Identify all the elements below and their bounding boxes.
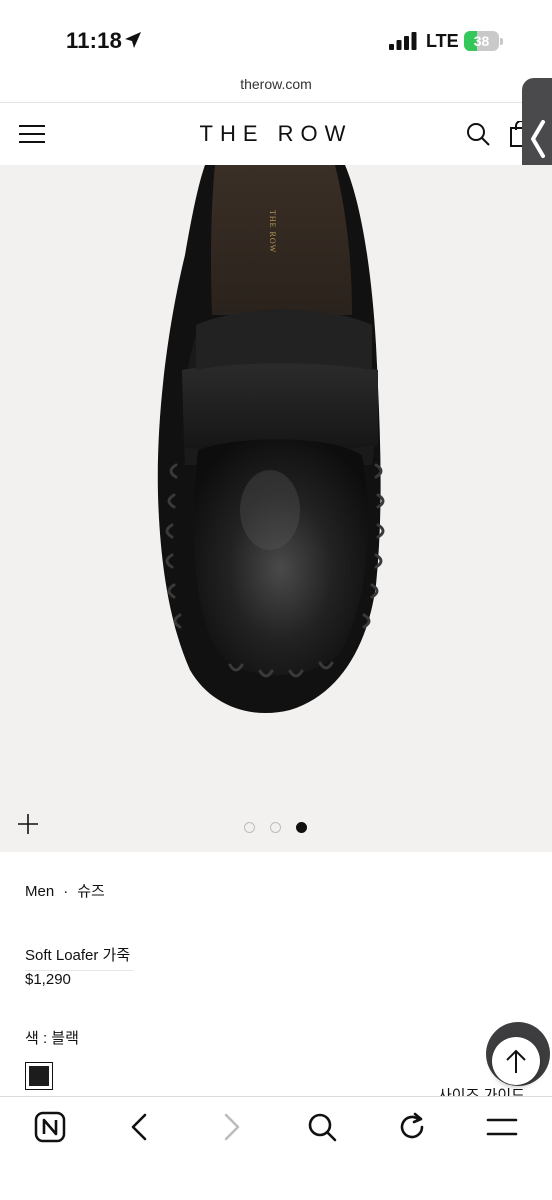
pagination-dot[interactable] (244, 822, 255, 833)
color-swatch-black[interactable] (25, 1062, 53, 1090)
location-arrow-icon (125, 32, 141, 48)
product-name: Soft Loafer 가죽 (25, 947, 131, 964)
site-header: THE ROW (0, 103, 552, 165)
gallery-pagination (244, 822, 314, 834)
scroll-to-top-button[interactable] (492, 1037, 540, 1085)
address-bar[interactable]: therow.com (0, 76, 552, 102)
product-gallery[interactable]: THE ROW (0, 165, 552, 852)
svg-text:THE ROW: THE ROW (268, 210, 277, 253)
search-icon[interactable] (466, 122, 490, 146)
zoom-plus-icon[interactable] (17, 813, 39, 835)
product-price: $1,290 (25, 971, 71, 988)
swatch-fill (29, 1066, 49, 1086)
battery-icon: 38 (464, 31, 504, 51)
reload-icon[interactable] (396, 1111, 428, 1143)
cellular-signal-icon (389, 32, 417, 50)
breadcrumb-separator: · (63, 883, 69, 900)
forward-icon[interactable] (215, 1111, 247, 1143)
back-icon[interactable] (124, 1111, 156, 1143)
chevron-left-icon (531, 120, 545, 158)
naver-home-icon[interactable] (34, 1111, 66, 1143)
menu-icon[interactable] (486, 1111, 518, 1143)
pagination-dot-active[interactable] (296, 822, 307, 833)
breadcrumb-subcategory[interactable]: 슈즈 (77, 883, 105, 900)
status-time: 11:18 (66, 28, 123, 53)
size-guide-link[interactable]: 사이즈 가이드 (438, 1088, 525, 1096)
network-type: LTE (426, 31, 459, 51)
status-bar: 11:18 LTE 38 (0, 0, 552, 76)
arrow-up-icon (506, 1049, 526, 1073)
pagination-dot[interactable] (270, 822, 281, 833)
color-label: 색 : 블랙 (25, 1030, 79, 1047)
browser-toolbar (0, 1096, 552, 1200)
search-icon[interactable] (306, 1111, 338, 1143)
breadcrumb: Men · 슈즈 (25, 880, 105, 901)
battery-level: 38 (473, 33, 490, 49)
product-image: THE ROW (157, 165, 385, 714)
breadcrumb-category[interactable]: Men (25, 883, 54, 900)
